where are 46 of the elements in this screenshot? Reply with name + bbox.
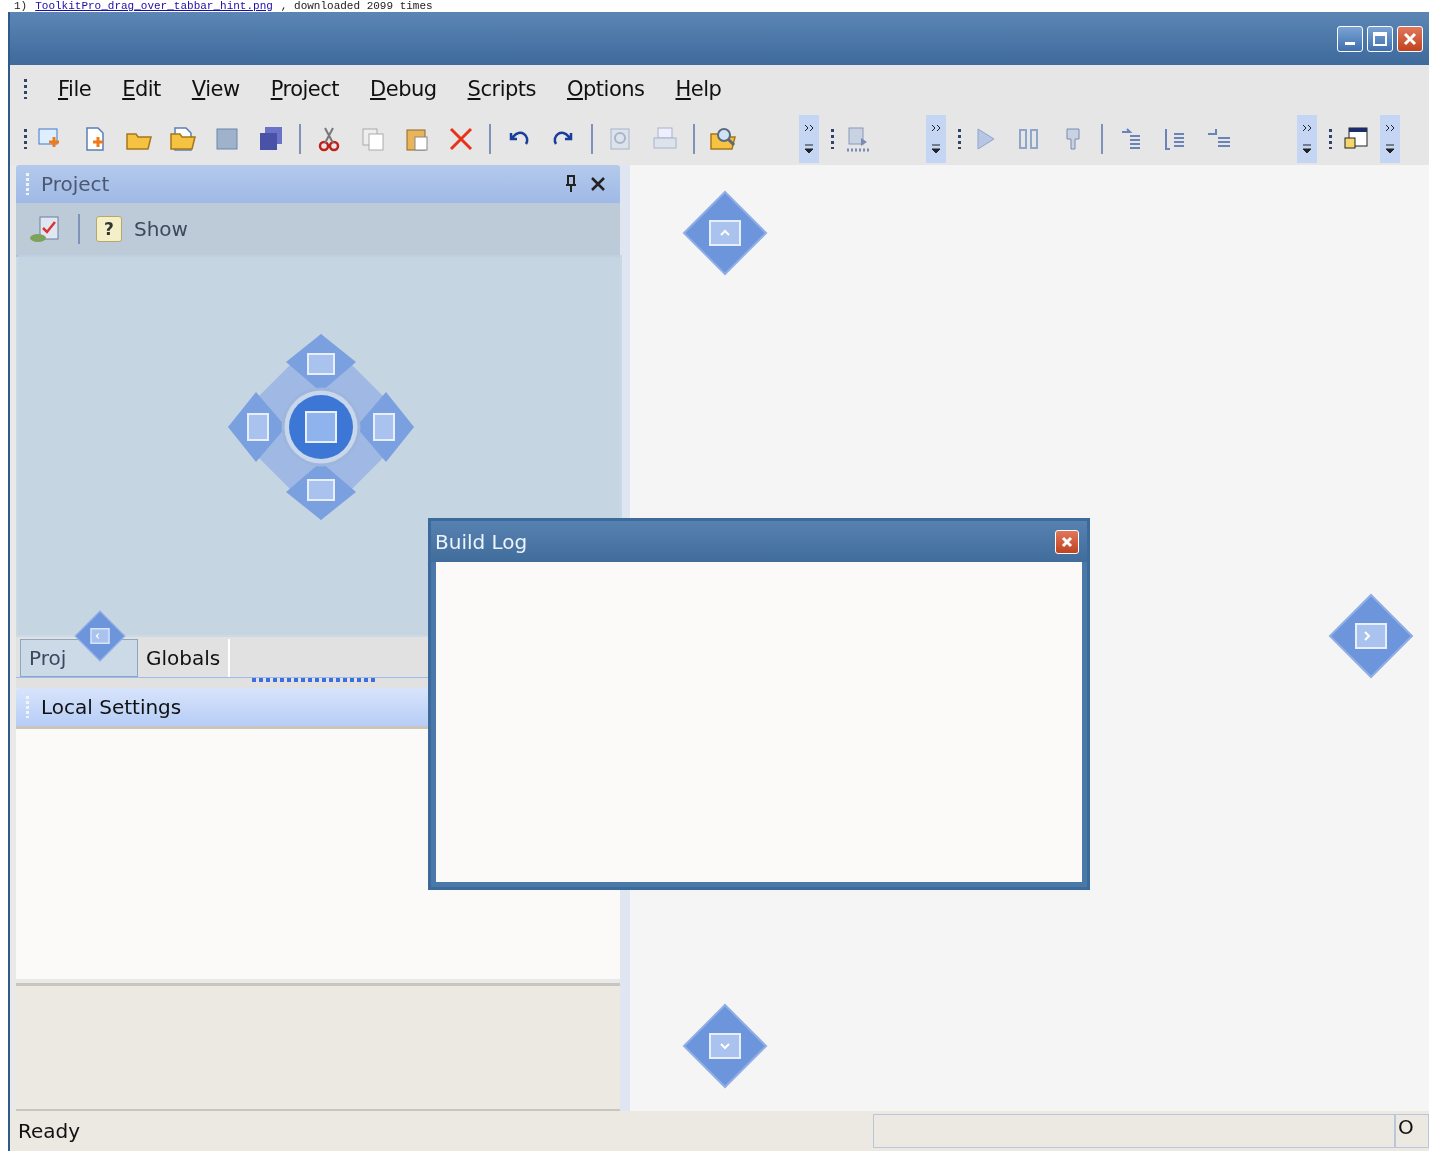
pin-icon[interactable] <box>564 175 578 193</box>
menu-item[interactable]: Project <box>270 76 340 101</box>
dock-compass-icon <box>226 332 416 522</box>
window-title: Build Log <box>435 529 528 554</box>
menu-item[interactable]: Scripts <box>467 76 536 101</box>
status-text: Ready <box>17 1119 82 1143</box>
show-label[interactable]: Show <box>134 217 188 241</box>
grip-icon <box>831 128 834 149</box>
toolbar-overflow-button[interactable] <box>926 114 946 163</box>
status-indicator: O <box>1395 1114 1429 1148</box>
menu-item[interactable]: Debug <box>370 76 437 101</box>
grip-icon <box>26 696 29 718</box>
dock-hint-icon <box>682 190 768 276</box>
maximize-icon <box>1373 31 1387 46</box>
menu-item[interactable]: View <box>191 76 240 101</box>
toolbar-overflow-button[interactable] <box>1380 114 1400 163</box>
caption-index: 1) <box>14 0 28 12</box>
menu-item[interactable]: Options <box>567 76 645 101</box>
clipboard-check-icon[interactable] <box>28 214 62 244</box>
close-icon <box>1403 31 1417 46</box>
close-button[interactable] <box>1055 529 1079 554</box>
dock-hint-icon <box>682 1003 768 1089</box>
close-icon <box>1061 535 1073 548</box>
toolbar-overflow-button[interactable] <box>799 114 819 163</box>
close-icon[interactable] <box>590 176 606 192</box>
menu-item[interactable]: Edit <box>122 76 161 101</box>
splitter-grip-icon[interactable] <box>252 678 378 682</box>
help-icon[interactable]: ? <box>96 216 122 242</box>
pane-title: Project <box>41 172 111 196</box>
minimize-button[interactable] <box>1337 25 1363 52</box>
minimize-icon <box>1345 42 1355 45</box>
menu-item[interactable]: File <box>58 76 92 101</box>
grip-icon <box>26 173 29 195</box>
grip-icon <box>1329 128 1332 149</box>
maximize-button[interactable] <box>1367 25 1393 52</box>
caption-text: , downloaded 2099 times <box>280 0 433 12</box>
file-link[interactable]: ToolkitPro_drag_over_tabbar_hint.png <box>35 0 273 12</box>
grip-icon <box>24 128 27 149</box>
dock-hint-icon <box>1328 593 1414 679</box>
grip-icon <box>958 128 961 149</box>
grip-icon <box>24 78 27 99</box>
pane-title: Local Settings <box>41 695 183 719</box>
toolbar-overflow-button[interactable] <box>1297 114 1317 163</box>
close-button[interactable] <box>1397 25 1423 52</box>
menu-item[interactable]: Help <box>675 76 722 101</box>
dock-hint-icon <box>74 610 126 662</box>
